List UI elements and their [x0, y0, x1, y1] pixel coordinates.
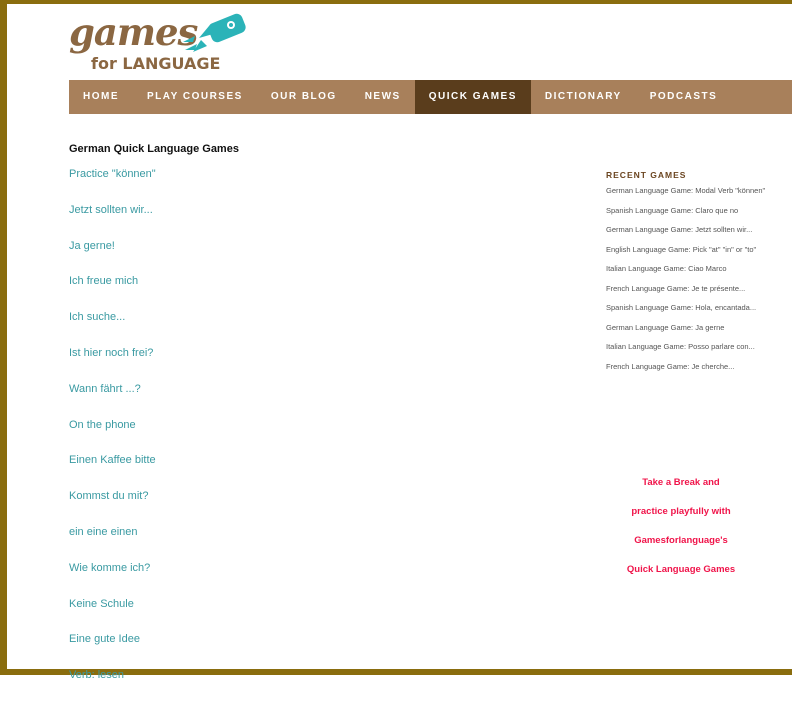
promo-line: Quick Language Games: [626, 564, 736, 575]
recent-game-link[interactable]: French Language Game: Je te présente...: [606, 284, 766, 294]
recent-game-link[interactable]: Italian Language Game: Posso parlare con…: [606, 342, 766, 352]
game-link[interactable]: Ist hier noch frei?: [69, 344, 156, 380]
recent-games-sidebar: RECENT GAMES German Language Game: Modal…: [606, 170, 766, 381]
game-link[interactable]: Practice "können": [69, 165, 156, 201]
nav-dictionary[interactable]: DICTIONARY: [531, 80, 636, 114]
rocket-icon: [183, 13, 246, 52]
page-frame: games for LANGUAGE HOME PLAY COURSES OUR…: [0, 0, 792, 681]
recent-game-link[interactable]: French Language Game: Je cherche...: [606, 362, 766, 372]
sidebar-title: RECENT GAMES: [606, 170, 687, 180]
game-link[interactable]: Kommst du mit?: [69, 487, 156, 523]
game-link[interactable]: Eine gute Idee: [69, 630, 156, 666]
game-link[interactable]: Verb: lesen: [69, 666, 156, 702]
recent-game-link[interactable]: German Language Game: Modal Verb "können…: [606, 186, 766, 196]
nav-home[interactable]: HOME: [69, 80, 133, 114]
game-list: Practice "können" Jetzt sollten wir... J…: [69, 165, 156, 702]
recent-game-link[interactable]: German Language Game: Ja gerne: [606, 323, 766, 333]
site-logo[interactable]: games for LANGUAGE: [69, 12, 269, 78]
recent-game-link[interactable]: German Language Game: Jetzt sollten wir.…: [606, 225, 766, 235]
game-link[interactable]: Keine Schule: [69, 595, 156, 631]
nav-our-blog[interactable]: OUR BLOG: [257, 80, 351, 114]
promo-block: Take a Break and practice playfully with…: [606, 474, 756, 590]
recent-game-link[interactable]: Spanish Language Game: Hola, encantada..…: [606, 303, 766, 313]
game-link[interactable]: Ich freue mich: [69, 272, 156, 308]
game-link[interactable]: Wann fährt ...?: [69, 380, 156, 416]
nav-quick-games[interactable]: QUICK GAMES: [414, 80, 531, 114]
recent-game-link[interactable]: English Language Game: Pick "at" "in" or…: [606, 245, 766, 255]
recent-game-link[interactable]: Italian Language Game: Ciao Marco: [606, 264, 766, 274]
page-title: German Quick Language Games: [69, 143, 239, 155]
logo-subtitle: for LANGUAGE: [91, 54, 221, 73]
promo-line: practice playfully with: [631, 506, 731, 517]
game-link[interactable]: On the phone: [69, 416, 156, 452]
recent-game-link[interactable]: Spanish Language Game: Claro que no: [606, 206, 766, 216]
game-link[interactable]: Jetzt sollten wir...: [69, 201, 156, 237]
game-link[interactable]: Einen Kaffee bitte: [69, 451, 156, 487]
game-link[interactable]: Ich suche...: [69, 308, 156, 344]
nav-news[interactable]: NEWS: [351, 80, 415, 114]
game-link[interactable]: Ja gerne!: [69, 237, 156, 273]
game-link[interactable]: Wie komme ich?: [69, 559, 156, 595]
promo-line: Take a Break and: [642, 477, 720, 488]
main-nav: HOME PLAY COURSES OUR BLOG NEWS QUICK GA…: [69, 80, 792, 114]
promo-line: Gamesforlanguage's: [634, 535, 728, 546]
nav-podcasts[interactable]: PODCASTS: [636, 80, 732, 114]
game-link[interactable]: ein eine einen: [69, 523, 156, 559]
nav-play-courses[interactable]: PLAY COURSES: [133, 80, 257, 114]
